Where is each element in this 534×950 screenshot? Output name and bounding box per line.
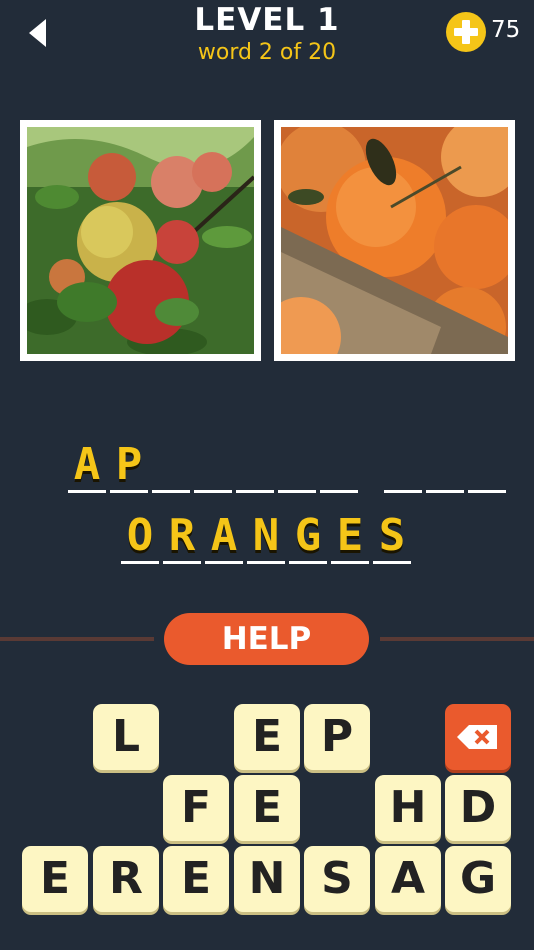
answer-row-2: O R A N G E S (121, 504, 415, 564)
answer-slot[interactable] (194, 433, 232, 493)
letter-key[interactable]: N (234, 846, 300, 912)
delete-button[interactable] (445, 704, 511, 770)
answer-slot[interactable] (468, 433, 506, 493)
answer-slot[interactable] (236, 433, 274, 493)
answer-slot[interactable] (384, 433, 422, 493)
letter-key[interactable]: E (163, 846, 229, 912)
answer-slot[interactable] (320, 433, 358, 493)
answer-slot[interactable]: O (121, 504, 159, 564)
letter-key[interactable]: H (375, 775, 441, 841)
letter-key[interactable]: D (445, 775, 511, 841)
backspace-icon (457, 725, 497, 749)
letter-key[interactable]: G (445, 846, 511, 912)
letter-key[interactable]: P (304, 704, 370, 770)
letter-key[interactable]: E (234, 704, 300, 770)
answer-slot[interactable]: N (247, 504, 285, 564)
answer-slot[interactable]: A (205, 504, 243, 564)
letter-key[interactable]: S (304, 846, 370, 912)
answer-slot[interactable]: P (110, 433, 148, 493)
divider-left (0, 637, 154, 641)
answer-slot[interactable]: G (289, 504, 327, 564)
letter-key[interactable]: E (234, 775, 300, 841)
answer-slot[interactable]: R (163, 504, 201, 564)
coin-count: 75 (491, 17, 521, 43)
letter-key[interactable]: F (163, 775, 229, 841)
apples-image (27, 127, 254, 354)
answer-row-1: A P (68, 433, 510, 493)
letter-key[interactable]: E (22, 846, 88, 912)
answer-slot[interactable] (278, 433, 316, 493)
add-coins-button[interactable] (446, 12, 486, 52)
help-button[interactable]: HELP (164, 613, 369, 665)
divider-right (380, 637, 534, 641)
clue-photo-apples (20, 120, 261, 361)
answer-slot[interactable]: A (68, 433, 106, 493)
answer-slot[interactable] (152, 433, 190, 493)
answer-slot[interactable]: E (331, 504, 369, 564)
plus-coin-icon (454, 20, 478, 44)
answer-slot[interactable]: S (373, 504, 411, 564)
clue-photo-oranges (274, 120, 515, 361)
letter-key[interactable]: A (375, 846, 441, 912)
answer-slot[interactable] (426, 433, 464, 493)
oranges-image (281, 127, 508, 354)
letter-key[interactable]: L (93, 704, 159, 770)
letter-key[interactable]: R (93, 846, 159, 912)
